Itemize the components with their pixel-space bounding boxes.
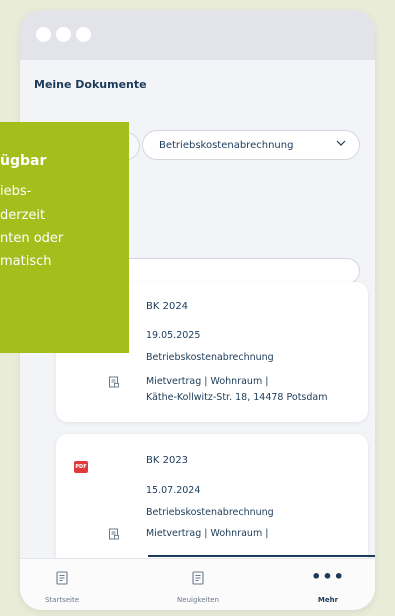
document-contract: Mietvertrag | Wohnraum | xyxy=(146,528,269,539)
document-address: Käthe-Kollwitz-Str. 18, 14478 Potsdam xyxy=(146,392,328,403)
window-dot-icon xyxy=(76,27,91,42)
dropdown-selected-value: Betriebskostenabrechnung xyxy=(159,139,294,151)
tab-startseite[interactable]: Startseite xyxy=(22,571,102,604)
document-type-dropdown[interactable]: Betriebskostenabrechnung xyxy=(142,130,360,160)
tab-mehr[interactable]: ••• Mehr xyxy=(288,567,368,605)
tab-label: Neuigkeiten xyxy=(177,596,219,604)
document-card[interactable]: PDF BK 2023 15.07.2024 Betriebskostenabr… xyxy=(56,434,368,574)
tooltip-title: ügbar xyxy=(0,153,47,169)
news-icon xyxy=(192,571,204,585)
document-type: Betriebskostenabrechnung xyxy=(146,352,274,363)
tooltip-text-line: matisch xyxy=(0,254,52,269)
contract-icon xyxy=(109,528,119,540)
chevron-down-icon xyxy=(336,140,346,146)
page-title: Meine Dokumente xyxy=(34,78,147,91)
document-icon xyxy=(56,571,68,585)
scroll-indicator xyxy=(148,555,375,557)
window-titlebar xyxy=(20,10,375,60)
pdf-icon: PDF xyxy=(74,461,88,473)
tab-label: Mehr xyxy=(317,596,339,604)
onboarding-tooltip[interactable]: ügbar iebs- derzeit nten oder matisch xyxy=(0,122,129,353)
window-dot-icon xyxy=(56,27,71,42)
contract-icon xyxy=(109,376,119,388)
document-date: 15.07.2024 xyxy=(146,485,201,496)
tooltip-text-line: derzeit xyxy=(0,208,46,223)
document-contract: Mietvertrag | Wohnraum | xyxy=(146,376,269,387)
tooltip-text-line: nten oder xyxy=(0,231,64,246)
tooltip-text-line: iebs- xyxy=(0,184,32,199)
document-type: Betriebskostenabrechnung xyxy=(146,507,274,518)
document-name: BK 2023 xyxy=(146,455,189,466)
document-date: 19.05.2025 xyxy=(146,330,201,341)
bottom-tab-bar: Startseite Neuigkeiten ••• Mehr xyxy=(20,558,375,610)
window-dot-icon xyxy=(36,27,51,42)
more-icon: ••• xyxy=(311,567,345,586)
tab-neuigkeiten[interactable]: Neuigkeiten xyxy=(158,571,238,604)
tab-label: Startseite xyxy=(44,596,80,604)
document-name: BK 2024 xyxy=(146,301,189,312)
